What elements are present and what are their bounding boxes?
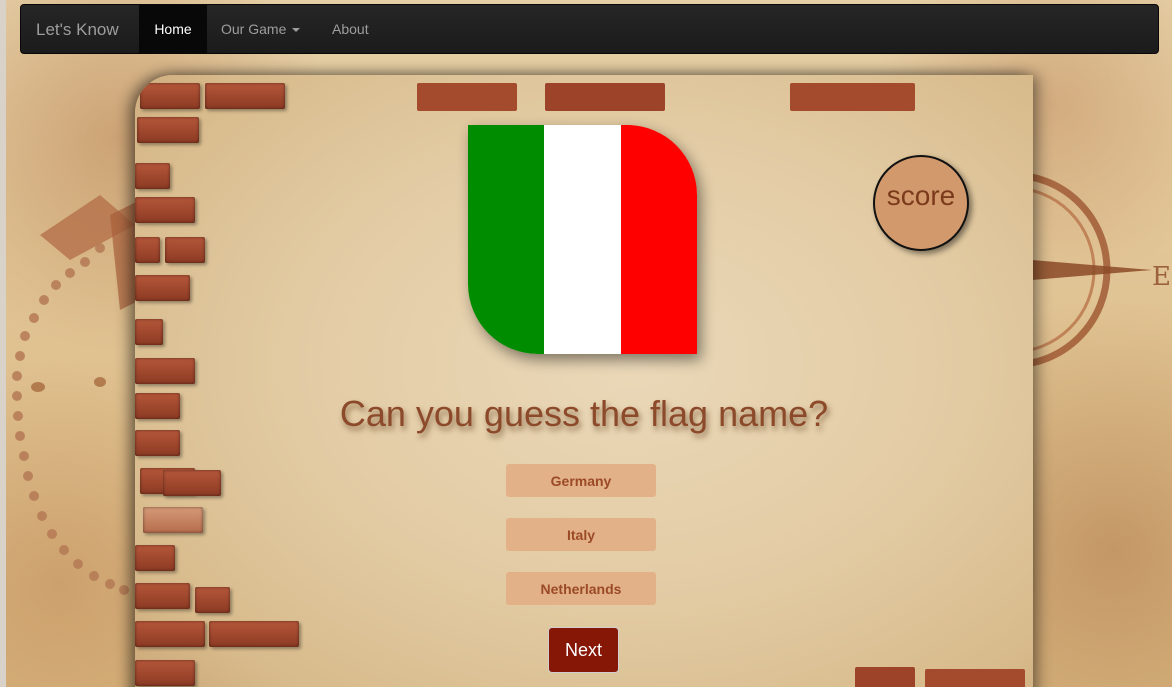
answer-button-italy[interactable]: Italy [506, 518, 656, 551]
game-panel: score Can you guess the flag name? Germa… [135, 75, 1033, 687]
caret-down-icon [292, 28, 301, 33]
flag-stripe-green [468, 125, 545, 354]
brick-top-decoration [417, 83, 915, 111]
next-button[interactable]: Next [548, 627, 619, 673]
nav-home-label: Home [154, 21, 192, 37]
brand-link[interactable]: Let's Know [36, 20, 119, 40]
answer-button-netherlands[interactable]: Netherlands [506, 572, 656, 605]
flag-stripe-white [544, 125, 621, 354]
nav-our-game-label: Our Game [221, 21, 287, 37]
brick-wall-decoration [135, 75, 299, 687]
question-heading: Can you guess the flag name? [339, 393, 829, 434]
score-label: score [886, 180, 956, 211]
brick-bottom-decoration [855, 667, 1025, 687]
map-decoration-left [12, 195, 140, 595]
flag-image [468, 125, 697, 354]
navbar: Let's Know Home Our Game About [20, 4, 1159, 54]
compass-decoration-right: E [1032, 173, 1171, 367]
svg-text:E: E [1152, 262, 1171, 292]
answer-button-germany[interactable]: Germany [506, 464, 656, 497]
nav-home[interactable]: Home [139, 5, 207, 53]
score-badge: score [873, 155, 969, 251]
nav-about[interactable]: About [332, 21, 369, 37]
nav-our-game-dropdown[interactable]: Our Game [221, 21, 301, 37]
flag-stripe-red [620, 125, 697, 354]
